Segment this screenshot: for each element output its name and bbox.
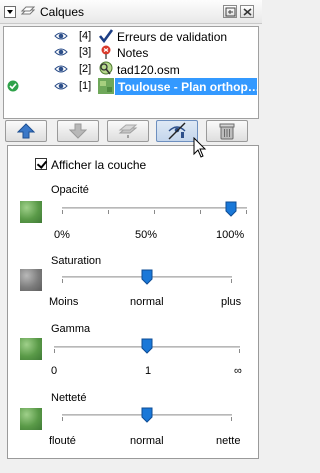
gamma-label-mid: 1 xyxy=(145,365,152,377)
visibility-eye-icon[interactable] xyxy=(54,47,68,57)
layer-name: tad120.osm xyxy=(117,63,180,77)
layer-row[interactable]: [3] Notes xyxy=(4,44,258,61)
panel-titlebar: Calques xyxy=(0,0,262,24)
layer-index: [1] xyxy=(79,80,92,92)
sharpness-preview-thumb xyxy=(20,408,42,430)
visibility-settings-button[interactable] xyxy=(156,120,198,142)
move-up-button[interactable] xyxy=(5,120,47,142)
validation-check-icon xyxy=(98,29,114,44)
merge-icon xyxy=(118,124,138,138)
collapse-toggle-icon[interactable] xyxy=(4,6,16,18)
visibility-settings-panel: Afficher la couche Opacité 0% 50% 100% S… xyxy=(7,145,259,459)
gamma-preview-thumb xyxy=(20,338,42,360)
layer-toolbar xyxy=(5,120,257,144)
move-down-button[interactable] xyxy=(57,120,99,142)
arrow-down-icon xyxy=(69,123,87,139)
opacity-preview-thumb xyxy=(20,201,42,223)
layer-index: [2] xyxy=(79,63,92,75)
notes-pin-icon xyxy=(101,45,111,59)
gamma-label-min: 0 xyxy=(51,365,58,377)
delete-layer-button[interactable] xyxy=(206,120,248,142)
sharpness-label-max: nette xyxy=(216,435,241,447)
opacity-label-max: 100% xyxy=(216,229,245,241)
layer-index: [3] xyxy=(79,46,92,58)
layer-list: [4] Erreurs de validation [3] Notes [2] … xyxy=(3,26,259,119)
opacity-title: Opacité xyxy=(51,184,89,196)
saturation-title: Saturation xyxy=(51,255,102,267)
saturation-slider-knob[interactable] xyxy=(141,269,153,285)
saturation-label-min: Moins xyxy=(49,296,79,308)
osm-data-icon xyxy=(99,61,113,75)
eye-slash-icon xyxy=(168,122,186,140)
layer-index: [4] xyxy=(79,30,92,42)
show-layer-checkbox[interactable] xyxy=(35,158,47,170)
layer-name: Erreurs de validation xyxy=(117,30,228,44)
opacity-slider-knob[interactable] xyxy=(225,201,237,217)
show-layer-label: Afficher la couche xyxy=(51,158,147,172)
opacity-label-mid: 50% xyxy=(135,229,158,241)
sharpness-label-mid: normal xyxy=(130,435,164,447)
visibility-eye-icon[interactable] xyxy=(54,81,68,91)
arrow-up-icon xyxy=(17,123,35,139)
trash-icon xyxy=(219,123,235,140)
active-layer-check-icon xyxy=(7,80,19,92)
mouse-cursor-icon xyxy=(193,137,207,158)
opacity-slider-track[interactable] xyxy=(62,207,247,209)
sharpness-label-min: flouté xyxy=(49,435,76,447)
layers-icon xyxy=(21,6,35,15)
sharpness-title: Netteté xyxy=(51,392,87,404)
layer-name: Toulouse - Plan orthop… xyxy=(115,78,257,95)
gamma-label-max: ∞ xyxy=(234,365,242,377)
close-panel-button[interactable] xyxy=(240,5,254,18)
layer-row[interactable]: [1] Toulouse - Plan orthop… xyxy=(4,78,258,95)
saturation-label-max: plus xyxy=(221,296,242,308)
gamma-slider-knob[interactable] xyxy=(141,338,153,354)
detach-panel-button[interactable] xyxy=(223,5,237,18)
layer-row[interactable]: [4] Erreurs de validation xyxy=(4,28,258,45)
layer-name: Notes xyxy=(117,46,149,60)
merge-layers-button[interactable] xyxy=(107,120,149,142)
saturation-preview-thumb xyxy=(20,269,42,291)
imagery-icon xyxy=(98,78,114,94)
opacity-label-min: 0% xyxy=(54,229,70,241)
sharpness-slider-knob[interactable] xyxy=(141,407,153,423)
layer-row[interactable]: [2] tad120.osm xyxy=(4,61,258,78)
visibility-eye-icon[interactable] xyxy=(54,64,68,74)
panel-title: Calques xyxy=(40,5,85,19)
visibility-eye-icon[interactable] xyxy=(54,31,68,41)
gamma-title: Gamma xyxy=(51,323,91,335)
saturation-label-mid: normal xyxy=(130,296,164,308)
